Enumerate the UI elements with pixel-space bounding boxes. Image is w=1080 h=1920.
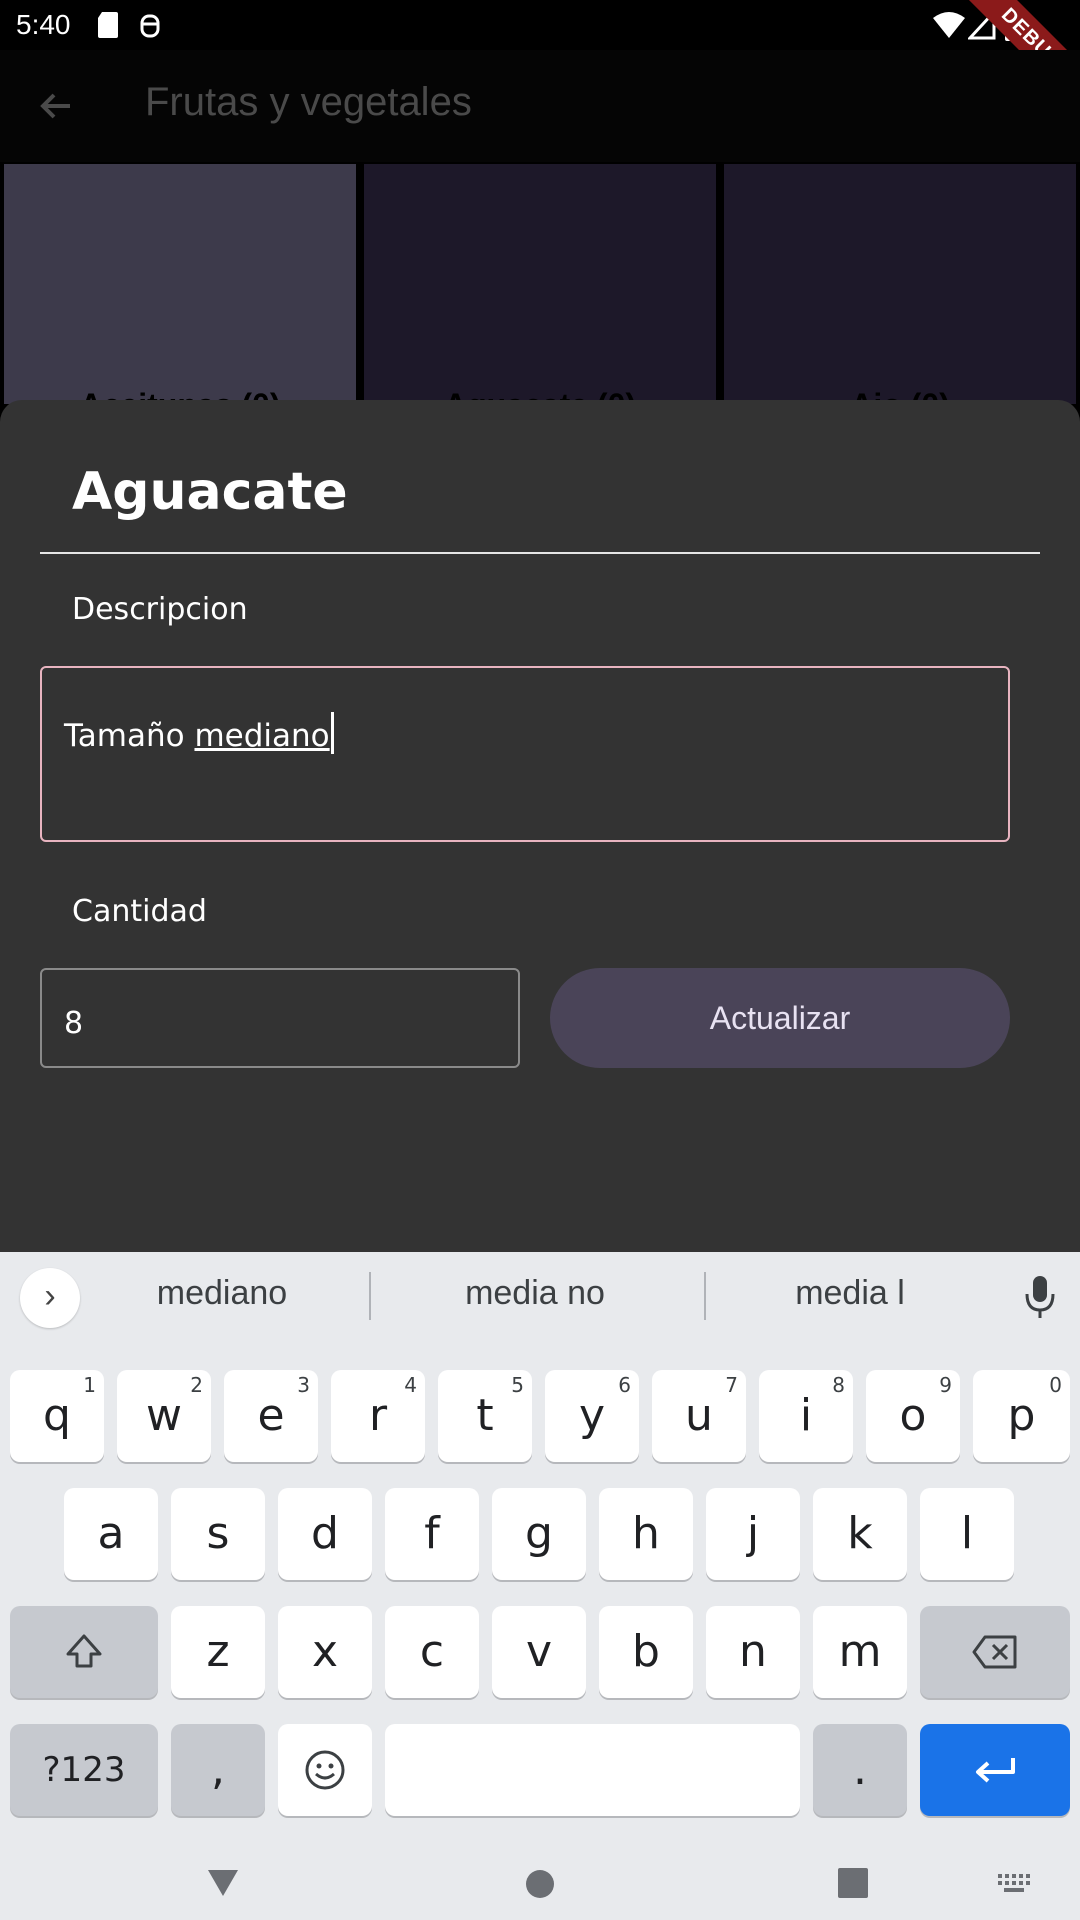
- key-hint: 5: [511, 1373, 524, 1397]
- key-label: y: [578, 1390, 606, 1441]
- key-l[interactable]: l: [920, 1488, 1014, 1580]
- key-label: t: [476, 1390, 494, 1441]
- description-plain-text: Tamaño: [64, 718, 195, 754]
- key-i[interactable]: i8: [759, 1370, 853, 1462]
- sheet-title: Aguacate: [72, 462, 348, 522]
- grid-tile-aguacate[interactable]: Aguacate (0): [364, 164, 716, 423]
- status-time: 5:40: [16, 9, 71, 40]
- key-hint: 8: [832, 1373, 845, 1397]
- description-text[interactable]: Tamaño mediano: [64, 712, 334, 754]
- suggestion-item[interactable]: media l: [740, 1274, 960, 1313]
- keyboard-switch-icon[interactable]: [998, 1874, 1030, 1894]
- key-w[interactable]: w2: [117, 1370, 211, 1462]
- app-bar: Frutas y vegetales: [0, 50, 1080, 162]
- key-label: e: [257, 1390, 285, 1441]
- key-d[interactable]: d: [278, 1488, 372, 1580]
- comma-key[interactable]: ,: [171, 1724, 265, 1816]
- recents-nav-icon[interactable]: [838, 1868, 868, 1898]
- quantity-label: Cantidad: [72, 894, 207, 929]
- key-label: r: [368, 1390, 388, 1441]
- enter-icon: [976, 1758, 1015, 1783]
- key-hint: 1: [83, 1373, 96, 1397]
- grid-tile-ajo[interactable]: Ajo (0): [724, 164, 1076, 423]
- key-label: i: [799, 1390, 813, 1441]
- key-b[interactable]: b: [599, 1606, 693, 1698]
- key-label: o: [899, 1390, 927, 1441]
- system-nav-bar: [0, 1842, 1080, 1920]
- enter-key[interactable]: [920, 1724, 1070, 1816]
- key-label: q: [43, 1390, 71, 1441]
- suggestion-item[interactable]: mediano: [112, 1274, 332, 1313]
- backspace-key[interactable]: [920, 1606, 1070, 1698]
- expand-toolbar-button[interactable]: ›: [20, 1268, 80, 1328]
- suggestion-item[interactable]: media no: [420, 1274, 650, 1313]
- back-arrow-icon[interactable]: [36, 86, 76, 126]
- key-y[interactable]: y6: [545, 1370, 639, 1462]
- shift-key[interactable]: [10, 1606, 158, 1698]
- soft-keyboard: › mediano media no media l q1 w2 e3 r4 t…: [0, 1252, 1080, 1842]
- key-k[interactable]: k: [813, 1488, 907, 1580]
- description-composing-text: mediano: [194, 718, 330, 754]
- key-g[interactable]: g: [492, 1488, 586, 1580]
- key-u[interactable]: u7: [652, 1370, 746, 1462]
- status-bar: 5:40 DEBUG: [0, 0, 1080, 120]
- microphone-icon[interactable]: [1020, 1272, 1060, 1322]
- key-hint: 2: [190, 1373, 203, 1397]
- quantity-field[interactable]: 8: [40, 968, 520, 1068]
- key-f[interactable]: f: [385, 1488, 479, 1580]
- key-label: u: [685, 1390, 713, 1441]
- emoji-icon: [305, 1750, 345, 1790]
- product-grid: Aceitunas (0) Aguacate (0) Ajo (0): [0, 162, 1080, 423]
- suggestion-divider: [369, 1272, 371, 1320]
- period-key[interactable]: .: [813, 1724, 907, 1816]
- symbols-key[interactable]: ?123: [10, 1724, 158, 1816]
- key-e[interactable]: e3: [224, 1370, 318, 1462]
- key-a[interactable]: a: [64, 1488, 158, 1580]
- suggestion-strip: › mediano media no media l: [0, 1252, 1080, 1340]
- key-s[interactable]: s: [171, 1488, 265, 1580]
- suggestion-divider: [704, 1272, 706, 1320]
- backspace-icon: [972, 1635, 1017, 1669]
- text-caret: [330, 712, 334, 754]
- description-field[interactable]: Tamaño mediano: [40, 666, 1010, 842]
- edit-bottom-sheet: Aguacate Descripcion Tamaño mediano Cant…: [0, 400, 1080, 1260]
- grid-tile-aceitunas[interactable]: Aceitunas (0): [4, 164, 356, 423]
- key-r[interactable]: r4: [331, 1370, 425, 1462]
- key-p[interactable]: p0: [973, 1370, 1070, 1462]
- back-nav-icon[interactable]: [206, 1868, 240, 1898]
- sd-card-icon: [98, 12, 118, 38]
- emoji-key[interactable]: [278, 1724, 372, 1816]
- update-button[interactable]: Actualizar: [550, 968, 1010, 1068]
- key-hint: 6: [618, 1373, 631, 1397]
- key-hint: 9: [939, 1373, 952, 1397]
- key-label: w: [146, 1390, 182, 1441]
- key-q[interactable]: q1: [10, 1370, 104, 1462]
- key-x[interactable]: x: [278, 1606, 372, 1698]
- page-title: Frutas y vegetales: [145, 80, 472, 124]
- key-hint: 3: [297, 1373, 310, 1397]
- quantity-value: 8: [64, 1006, 84, 1041]
- title-divider: [40, 552, 1040, 554]
- key-hint: 7: [725, 1373, 738, 1397]
- key-v[interactable]: v: [492, 1606, 586, 1698]
- space-key[interactable]: [385, 1724, 800, 1816]
- key-n[interactable]: n: [706, 1606, 800, 1698]
- key-hint: 0: [1049, 1373, 1062, 1397]
- key-label: p: [1007, 1390, 1036, 1441]
- home-nav-icon[interactable]: [524, 1868, 556, 1900]
- key-z[interactable]: z: [171, 1606, 265, 1698]
- key-h[interactable]: h: [599, 1488, 693, 1580]
- key-j[interactable]: j: [706, 1488, 800, 1580]
- key-m[interactable]: m: [813, 1606, 907, 1698]
- description-label: Descripcion: [72, 592, 248, 627]
- key-t[interactable]: t5: [438, 1370, 532, 1462]
- shift-icon: [66, 1634, 102, 1668]
- key-hint: 4: [404, 1373, 417, 1397]
- key-c[interactable]: c: [385, 1606, 479, 1698]
- debug-bug-icon: [140, 14, 160, 38]
- key-o[interactable]: o9: [866, 1370, 960, 1462]
